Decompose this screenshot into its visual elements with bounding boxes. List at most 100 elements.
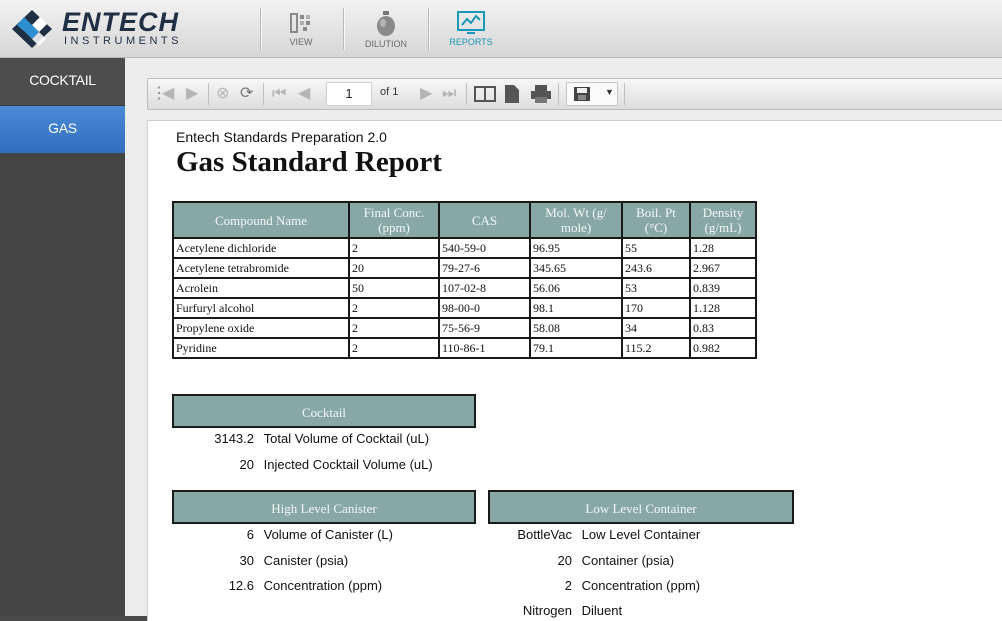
next-page-icon[interactable]: ▶ (420, 84, 432, 104)
toolbar-divider (558, 83, 559, 105)
header-divider (260, 8, 262, 50)
container-concentration-row: 2 Concentration (ppm) (488, 578, 700, 593)
table-cell: 34 (621, 317, 691, 339)
first-page-icon[interactable]: ⏮ (272, 84, 286, 104)
table-cell: 345.65 (529, 257, 623, 279)
value: 30 (239, 553, 254, 568)
previous-page-icon[interactable]: ◀ (298, 84, 310, 104)
refresh-icon[interactable]: ⟳ (240, 84, 253, 104)
value: 20 (239, 457, 254, 472)
value: 2 (564, 578, 572, 593)
container-pressure-row: 20 Container (psia) (488, 553, 675, 568)
entech-logo: ENTECH INSTRUMENTS (12, 7, 212, 50)
entech-logo-icon (12, 10, 52, 48)
value: 20 (557, 553, 572, 568)
toolbar-divider (624, 83, 625, 105)
value: 6 (246, 527, 254, 542)
report-title: Gas Standard Report (176, 146, 442, 178)
page-number-input[interactable]: 1 (326, 82, 372, 106)
table-row: Acetylene tetrabromide 20 79-27-6 345.65 243… (172, 257, 757, 279)
canister-pressure-row: 30 Canister (psia) (172, 553, 349, 568)
table-cell: Acrolein (172, 277, 350, 299)
table-cell: 2 (348, 337, 440, 359)
table-cell: 1.28 (689, 237, 757, 259)
table-cell: 98.1 (529, 297, 623, 319)
table-cell: 2.967 (689, 257, 757, 279)
app-header: ENTECH INSTRUMENTS VIEW DILUTION REPORTS (0, 0, 1002, 58)
cocktail-total-volume-row: 3143.2 Total Volume of Cocktail (uL) (172, 431, 429, 446)
column-header: Compound Name (172, 201, 350, 239)
report-viewer: ⋮ ◀ ▶ ⊗ ⟳ ⏮ ◀ 1 of 1 ▶ ⏭ ▼ Entech Standa… (125, 58, 1002, 621)
label: Total Volume of Cocktail (uL) (263, 431, 430, 446)
table-row: Acrolein 50 107-02-8 56.06 53 0.839 (172, 277, 757, 299)
column-header: Density (g/mL) (689, 201, 757, 239)
sidebar-item-gas[interactable]: GAS (0, 106, 125, 153)
cocktail-section-header: Cocktail (172, 394, 476, 428)
low-level-container-section-header: Low Level Container (488, 490, 794, 524)
value: 12.6 (228, 578, 254, 593)
label: Low Level Container (581, 527, 701, 542)
dilution-label: DILUTION (364, 39, 407, 49)
report-subtitle: Entech Standards Preparation 2.0 (176, 129, 387, 145)
report-toolbar: ⋮ ◀ ▶ ⊗ ⟳ ⏮ ◀ 1 of 1 ▶ ⏭ ▼ (147, 78, 1002, 110)
canister-volume-row: 6 Volume of Canister (L) (172, 527, 393, 542)
toggle-sidebar-icon[interactable] (474, 84, 496, 104)
table-cell: 50 (348, 277, 440, 299)
reports-button[interactable]: REPORTS (436, 8, 506, 52)
table-cell: 58.08 (529, 317, 623, 339)
table-cell: 170 (621, 297, 691, 319)
view-button[interactable]: VIEW (266, 8, 336, 52)
toolbar-divider (466, 83, 467, 105)
column-header: Final Conc. (ppm) (348, 201, 440, 239)
label: Container (psia) (581, 553, 675, 568)
forward-icon[interactable]: ▶ (186, 84, 198, 104)
toolbar-divider (208, 83, 209, 105)
table-cell: 98-00-0 (438, 297, 531, 319)
stop-icon[interactable]: ⊗ (216, 84, 229, 104)
table-cell: 79-27-6 (438, 257, 531, 279)
table-cell: 2 (348, 237, 440, 259)
table-cell: 0.83 (689, 317, 757, 339)
table-cell: 75-56-9 (438, 317, 531, 339)
table-cell: Acetylene dichloride (172, 237, 350, 259)
table-cell: 79.1 (529, 337, 623, 359)
header-divider (428, 8, 430, 50)
low-level-container-row: BottleVac Low Level Container (488, 527, 700, 542)
table-cell: 96.95 (529, 237, 623, 259)
table-cell: Propylene oxide (172, 317, 350, 339)
high-level-canister-section-header: High Level Canister (172, 490, 476, 524)
label: Canister (psia) (263, 553, 349, 568)
print-icon[interactable] (530, 84, 552, 104)
label: Volume of Canister (L) (263, 527, 393, 542)
reports-icon (457, 11, 485, 34)
chevron-down-icon: ▼ (605, 87, 614, 97)
sidebar: COCKTAIL GAS (0, 58, 125, 616)
table-cell: 115.2 (621, 337, 691, 359)
table-cell: 53 (621, 277, 691, 299)
table-row: Pyridine 2 110-86-1 79.1 115.2 0.982 (172, 337, 757, 359)
cocktail-injected-volume-row: 20 Injected Cocktail Volume (uL) (172, 457, 433, 472)
page-setup-icon[interactable] (504, 84, 520, 104)
table-cell: 20 (348, 257, 440, 279)
sidebar-item-cocktail[interactable]: COCKTAIL (0, 58, 125, 106)
back-icon[interactable]: ◀ (162, 84, 174, 104)
column-header: Mol. Wt (g/ mole) (529, 201, 623, 239)
view-icon (290, 13, 310, 33)
value: BottleVac (517, 527, 572, 542)
table-row: Furfuryl alcohol 2 98-00-0 98.1 170 1.128 (172, 297, 757, 319)
table-cell: 107-02-8 (438, 277, 531, 299)
label: Injected Cocktail Volume (uL) (263, 457, 433, 472)
table-cell: 0.982 (689, 337, 757, 359)
table-cell: 2 (348, 297, 440, 319)
report-page: Entech Standards Preparation 2.0 Gas Sta… (147, 120, 1002, 621)
table-cell: 1.128 (689, 297, 757, 319)
column-header: CAS (438, 201, 531, 239)
column-header: Boil. Pt (°C) (621, 201, 691, 239)
export-dropdown[interactable]: ▼ (566, 82, 618, 106)
toolbar-divider (263, 83, 264, 105)
page-count-label: of 1 (380, 86, 399, 98)
last-page-icon[interactable]: ⏭ (442, 84, 456, 104)
table-cell: 110-86-1 (438, 337, 531, 359)
compound-table: Compound Name Final Conc. (ppm) CAS Mol.… (172, 201, 757, 359)
dilution-button[interactable]: DILUTION (351, 8, 421, 52)
